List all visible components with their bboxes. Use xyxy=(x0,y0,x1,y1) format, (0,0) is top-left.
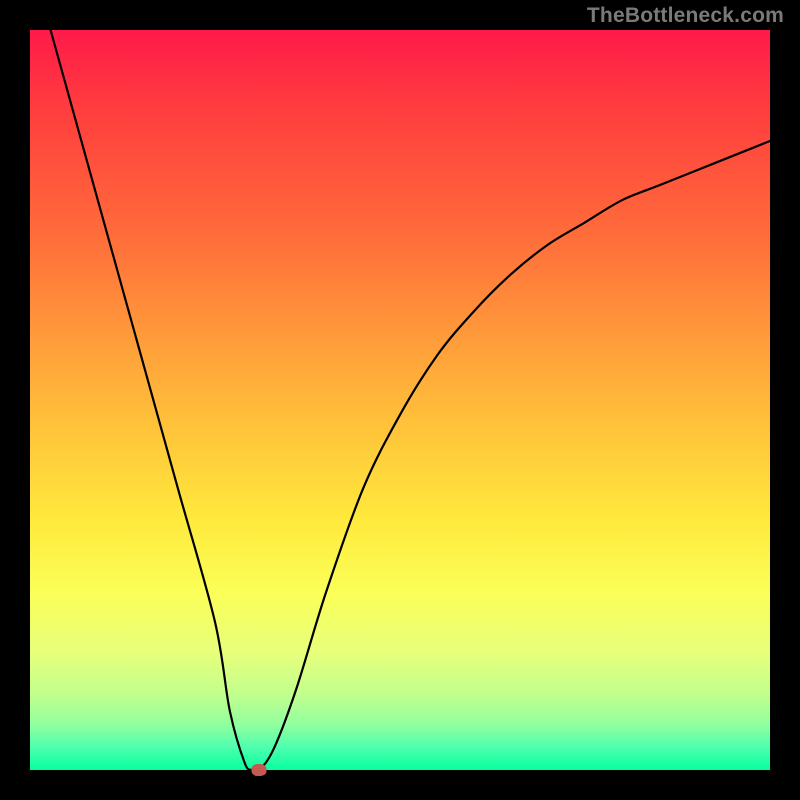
plot-area xyxy=(30,30,770,770)
optimum-marker xyxy=(252,764,267,776)
chart-frame: TheBottleneck.com xyxy=(0,0,800,800)
watermark-label: TheBottleneck.com xyxy=(587,4,784,28)
curve-svg xyxy=(30,30,770,770)
bottleneck-curve xyxy=(30,30,770,770)
